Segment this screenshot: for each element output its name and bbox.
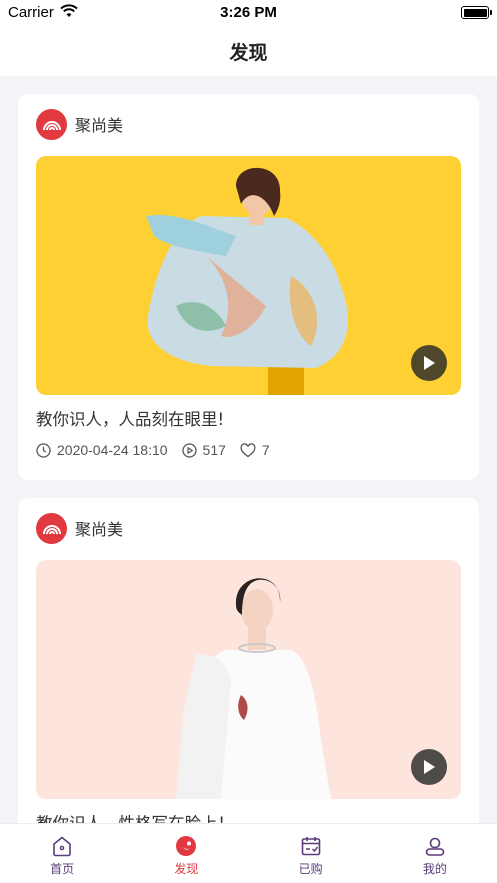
home-icon [53, 836, 71, 857]
profile-icon [425, 837, 445, 856]
tab-label: 已购 [298, 862, 323, 876]
nav-bar: 发现 [0, 26, 497, 76]
play-count: 517 [181, 442, 226, 458]
brand-logo-icon [36, 512, 67, 544]
tab-bar: 首页 发现 已购 我的 [0, 823, 497, 883]
publish-date: 2020-04-24 18:10 [36, 442, 168, 458]
woman-white-outfit-image [176, 578, 331, 799]
play-button[interactable] [411, 749, 447, 785]
tab-label: 我的 [422, 862, 447, 876]
author-name: 聚尚美 [75, 520, 124, 539]
play-button[interactable] [411, 345, 447, 381]
tab-discover[interactable]: 发现 [124, 824, 248, 883]
video-card[interactable]: 聚尚美 教你识人，性格写在脸上！ [18, 498, 479, 823]
tab-profile[interactable]: 我的 [373, 824, 497, 883]
battery-icon [461, 6, 492, 19]
tab-home[interactable]: 首页 [0, 824, 124, 883]
heart-icon [240, 442, 256, 457]
purchased-icon [301, 837, 320, 856]
video-feed[interactable]: 聚尚美 教你识人，人品刻在眼里! 2020-04-24 18:10 517 7 … [0, 76, 497, 823]
video-card[interactable]: 聚尚美 教你识人，人品刻在眼里! 2020-04-24 18:10 517 7 [18, 94, 479, 480]
video-thumbnail[interactable] [36, 156, 461, 395]
tab-purchased[interactable]: 已购 [249, 824, 373, 883]
play-count-text: 517 [202, 442, 226, 458]
page-title: 发现 [229, 41, 268, 64]
video-thumbnail[interactable] [36, 560, 461, 799]
clock-icon [36, 442, 51, 458]
play-icon [424, 356, 435, 370]
discover-icon [176, 836, 197, 856]
tab-label: 首页 [50, 862, 75, 876]
like-count-text: 7 [261, 442, 270, 458]
brand-logo-icon [36, 108, 67, 140]
tab-label: 发现 [174, 862, 199, 876]
play-icon [424, 760, 435, 774]
status-bar: Carrier 3:26 PM [0, 0, 497, 26]
video-title[interactable]: 教你识人，性格写在脸上！ [36, 810, 234, 823]
clock: 3:26 PM [220, 4, 277, 21]
author-name: 聚尚美 [75, 116, 124, 135]
woman-floral-blouse-image [146, 167, 348, 395]
author-row[interactable]: 聚尚美 [36, 512, 123, 544]
video-meta: 2020-04-24 18:10 517 7 [36, 442, 284, 458]
video-title[interactable]: 教你识人，人品刻在眼里! [36, 406, 224, 430]
play-count-icon [181, 442, 197, 458]
like-count[interactable]: 7 [240, 442, 270, 458]
publish-date-text: 2020-04-24 18:10 [57, 442, 168, 458]
author-row[interactable]: 聚尚美 [36, 108, 123, 140]
